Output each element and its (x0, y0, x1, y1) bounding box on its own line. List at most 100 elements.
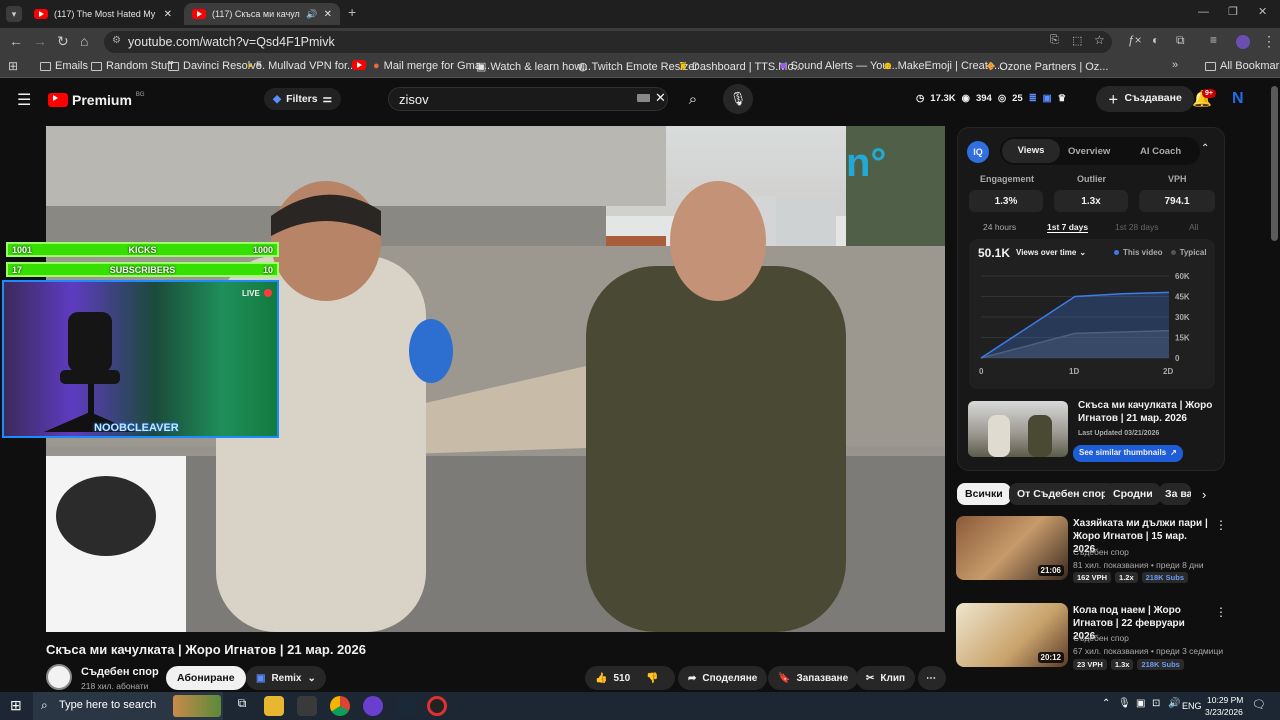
more-bookmarks-icon[interactable]: » (1172, 59, 1178, 71)
avatar[interactable]: N (1232, 90, 1244, 108)
list-icon[interactable]: ≣ (1029, 93, 1037, 104)
obs-icon[interactable] (427, 696, 447, 716)
create-button[interactable]: ＋ Създаване (1096, 86, 1194, 112)
remix-button[interactable]: ▣ Remix ⌄ (246, 666, 326, 690)
more-dots-icon[interactable]: ⋮ (1215, 518, 1227, 532)
bookmark-emails[interactable]: Emails (40, 60, 88, 72)
range-all[interactable]: All (1189, 222, 1198, 232)
close-icon[interactable]: ✕ (324, 9, 332, 20)
chip-all[interactable]: Всички (957, 483, 1011, 505)
iq-badge-icon[interactable]: ▣ (1043, 93, 1052, 104)
app-icon[interactable] (297, 696, 317, 716)
subscribe-button[interactable]: Абониране (166, 666, 246, 690)
bookmark-youtube[interactable] (352, 60, 366, 70)
browser-tab-active[interactable]: (117) Скъса ми качулката | 🔊 ✕ (184, 3, 340, 25)
volume-icon[interactable]: 🔊 (1168, 698, 1180, 709)
filters-button[interactable]: ◆ Filters ⚌ (264, 88, 342, 110)
thumbs-down-icon[interactable]: 👎 (646, 673, 658, 684)
back-arrow-icon[interactable]: ← (9, 33, 23, 49)
range-24h[interactable]: 24 hours (983, 222, 1016, 232)
tray-up-icon[interactable]: ⌃ (1102, 698, 1110, 709)
install-icon[interactable]: ⬚ (1072, 34, 1082, 47)
more-dots-icon[interactable]: ⋮ (1215, 605, 1227, 619)
notifications-icon[interactable]: 🗨 (1252, 698, 1266, 711)
page-scrollbar[interactable] (1271, 86, 1278, 241)
trophy-icon[interactable]: ♛ (1058, 93, 1067, 104)
restore-button[interactable]: ❐ (1228, 5, 1238, 18)
new-tab-button[interactable]: + (348, 4, 356, 20)
browser-tab[interactable]: (117) The Most Hated My 600lb ✕ (26, 3, 180, 25)
fx-icon[interactable]: ƒ× (1128, 33, 1142, 47)
clock-date[interactable]: 3/23/2026 (1205, 707, 1243, 717)
puzzle-icon[interactable]: ⧉ (1176, 33, 1185, 48)
youtube-logo[interactable]: Premium BG (48, 92, 145, 108)
tab-ai-coach[interactable]: AI Coach (1140, 146, 1181, 157)
bookmark-sound-alerts[interactable]: ■ Sound Alerts — You... (780, 60, 898, 72)
bookmark-random-stuff[interactable]: Random Stuff (91, 60, 173, 72)
tab-overview[interactable]: Overview (1068, 146, 1110, 157)
search-button[interactable]: ⌕ (678, 84, 708, 114)
chip-for-you[interactable]: За ва (1159, 483, 1191, 505)
windows-start-icon[interactable]: ⊞ (10, 697, 22, 714)
steam-icon[interactable] (396, 696, 416, 716)
close-icon[interactable]: ✕ (164, 9, 172, 20)
channel-avatar[interactable] (46, 664, 72, 690)
forward-arrow-icon[interactable]: → (33, 33, 47, 49)
address-bar[interactable]: ⚙ youtube.com/watch?v=Qsd4F1Pmivk ⎘ ⬚ ☆ (104, 31, 1112, 53)
chip-from-channel[interactable]: От Съдебен спор (1009, 483, 1116, 505)
clip-button[interactable]: ✂ Клип (856, 666, 916, 690)
chip-related[interactable]: Сродни (1105, 483, 1161, 505)
home-icon[interactable]: ⌂ (80, 33, 88, 49)
clear-icon[interactable]: ✕ (655, 90, 666, 106)
chrome-icon[interactable] (330, 696, 350, 716)
site-info-icon[interactable]: ⚙ (112, 35, 121, 46)
chevron-right-icon[interactable]: › (1202, 487, 1206, 502)
all-bookmarks-folder[interactable]: All Bookmarks (1205, 60, 1280, 72)
speaker-icon[interactable]: 🔊 (306, 9, 317, 20)
bookmark-watch-learn[interactable]: ▣ Watch & learn how... (476, 60, 591, 74)
rec-thumbnail[interactable]: 20:12 (956, 603, 1068, 667)
bookmark-icon: ▣ (476, 61, 487, 73)
keyboard-icon[interactable] (637, 94, 650, 102)
similar-thumbnails-button[interactable]: See similar thumbnails ↗ (1073, 445, 1183, 462)
taskbar-search[interactable]: ⌕ Type here to search (33, 692, 223, 720)
range-7d[interactable]: 1st 7 days (1047, 222, 1089, 233)
range-28d[interactable]: 1st 28 days (1115, 222, 1158, 232)
hamburger-menu-icon[interactable]: ☰ (17, 90, 31, 110)
metric-selector[interactable]: Views over time ⌄ (1016, 248, 1086, 257)
language-indicator[interactable]: ENG (1182, 701, 1202, 711)
bookmark-mail-merge[interactable]: ● Mail merge for Gma... (373, 60, 490, 72)
minimize-button[interactable]: — (1198, 6, 1209, 18)
reload-icon[interactable]: ↻ (57, 33, 69, 50)
more-actions-button[interactable]: ⋯ (918, 666, 946, 690)
clock-time[interactable]: 10:29 PM (1207, 695, 1243, 705)
voice-search-button[interactable]: 🎙 (723, 84, 753, 114)
share-button[interactable]: ➦ Споделяне (678, 666, 768, 690)
apps-grid-icon[interactable]: ⊞ (8, 59, 18, 73)
microphone-icon[interactable]: 🎙 (1118, 698, 1131, 709)
extension-icon[interactable]: ◐ (1152, 33, 1159, 47)
bookmark-makeemoji[interactable]: ☻ MakeEmoji | Create... (882, 60, 1003, 72)
like-button[interactable]: 👍 510 👎 (585, 666, 675, 690)
tray-app-icon[interactable]: ▣ (1136, 698, 1145, 709)
media-control-icon[interactable]: ≡ (1210, 33, 1217, 47)
collapse-icon[interactable]: ⌃ (1201, 143, 1209, 154)
bookmark-ozone[interactable]: ✚ Ozone Partners | Oz... (986, 60, 1108, 74)
current-video-thumbnail[interactable] (968, 401, 1068, 457)
discord-icon[interactable] (363, 696, 383, 716)
tab-search-button[interactable]: ▾ (6, 6, 22, 22)
network-icon[interactable]: ⊡ (1152, 698, 1160, 709)
file-explorer-icon[interactable] (264, 696, 284, 716)
profile-avatar[interactable] (1236, 35, 1250, 49)
translate-icon[interactable]: ⎘ (1050, 34, 1059, 47)
rec-thumbnail[interactable]: 21:06 (956, 516, 1068, 580)
save-button[interactable]: 🔖 Запазване (768, 666, 859, 690)
search-input[interactable]: zisov ✕ (388, 87, 668, 111)
bookmark-star-icon[interactable]: ☆ (1094, 33, 1105, 47)
task-view-icon[interactable]: ⧉ (232, 696, 252, 716)
tab-views[interactable]: Views (1002, 139, 1060, 163)
bookmark-mullvad[interactable]: ▪ 5. Mullvad VPN for... (248, 60, 356, 72)
window-close-button[interactable]: ✕ (1258, 5, 1267, 18)
menu-dots-icon[interactable]: ⋮ (1262, 33, 1276, 50)
channel-name[interactable]: Съдебен спор (81, 666, 159, 678)
